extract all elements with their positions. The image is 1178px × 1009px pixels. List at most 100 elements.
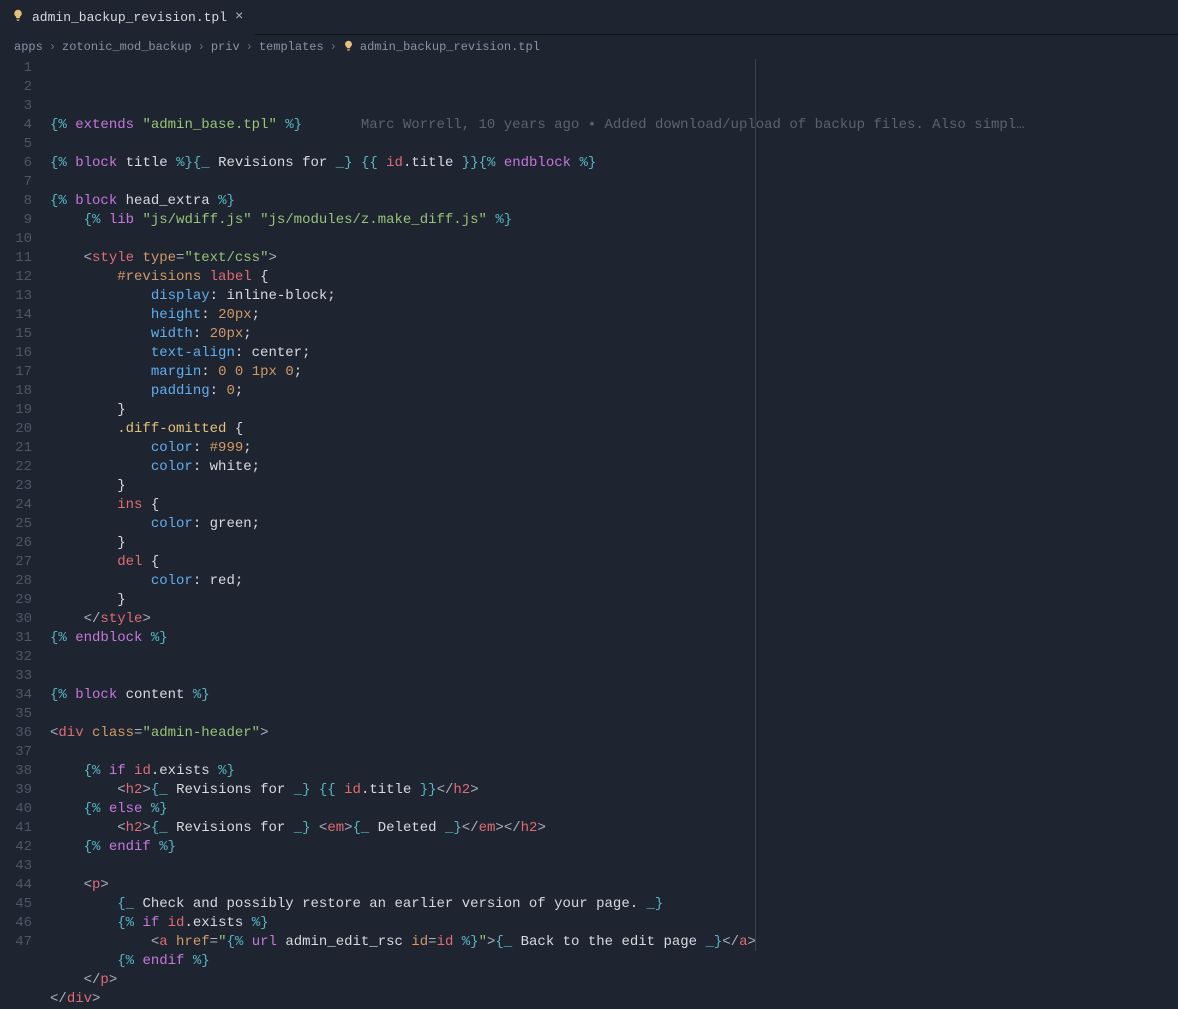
code-line[interactable]: } [50, 591, 1178, 610]
line-number: 42 [0, 838, 32, 857]
lightbulb-icon [343, 40, 354, 55]
code-line[interactable]: color: #999; [50, 439, 1178, 458]
code-line[interactable]: {_ Check and possibly restore an earlier… [50, 895, 1178, 914]
code-line[interactable]: {% block head_extra %} [50, 192, 1178, 211]
line-number: 23 [0, 477, 32, 496]
line-number: 7 [0, 173, 32, 192]
editor-tab[interactable]: admin_backup_revision.tpl × [0, 0, 255, 35]
chevron-right-icon: › [246, 40, 253, 54]
code-editor[interactable]: 1234567891011121314151617181920212223242… [0, 59, 1178, 951]
line-number: 2 [0, 78, 32, 97]
chevron-right-icon: › [198, 40, 205, 54]
code-line[interactable]: {% else %} [50, 800, 1178, 819]
crumb[interactable]: apps [14, 40, 43, 54]
code-line[interactable]: color: white; [50, 458, 1178, 477]
code-line[interactable]: } [50, 534, 1178, 553]
crumb[interactable]: priv [211, 40, 240, 54]
code-line[interactable] [50, 667, 1178, 686]
code-line[interactable]: {% endif %} [50, 952, 1178, 971]
line-number: 12 [0, 268, 32, 287]
code-line[interactable]: } [50, 401, 1178, 420]
line-number: 3 [0, 97, 32, 116]
code-line[interactable] [50, 648, 1178, 667]
ruler-line [755, 59, 756, 951]
line-number: 29 [0, 591, 32, 610]
code-line[interactable] [50, 705, 1178, 724]
code-line[interactable]: {% if id.exists %} [50, 762, 1178, 781]
line-number: 19 [0, 401, 32, 420]
code-line[interactable] [50, 173, 1178, 192]
crumb[interactable]: templates [259, 40, 324, 54]
line-number: 45 [0, 895, 32, 914]
line-number-gutter: 1234567891011121314151617181920212223242… [0, 59, 50, 951]
code-line[interactable]: <a href="{% url admin_edit_rsc id=id %}"… [50, 933, 1178, 952]
chevron-right-icon: › [49, 40, 56, 54]
code-line[interactable]: {% block title %}{_ Revisions for _} {{ … [50, 154, 1178, 173]
code-line[interactable]: <h2>{_ Revisions for _} <em>{_ Deleted _… [50, 819, 1178, 838]
crumb[interactable]: admin_backup_revision.tpl [360, 40, 540, 54]
code-line[interactable]: height: 20px; [50, 306, 1178, 325]
code-line[interactable] [50, 135, 1178, 154]
crumb[interactable]: zotonic_mod_backup [62, 40, 192, 54]
lightbulb-icon [12, 9, 24, 25]
line-number: 6 [0, 154, 32, 173]
code-line[interactable]: {% endif %} [50, 838, 1178, 857]
code-line[interactable]: color: red; [50, 572, 1178, 591]
line-number: 4 [0, 116, 32, 135]
line-number: 28 [0, 572, 32, 591]
code-line[interactable]: {% lib "js/wdiff.js" "js/modules/z.make_… [50, 211, 1178, 230]
breadcrumb: apps › zotonic_mod_backup › priv › templ… [0, 35, 1178, 59]
line-number: 31 [0, 629, 32, 648]
code-line[interactable]: } [50, 477, 1178, 496]
line-number: 25 [0, 515, 32, 534]
code-line[interactable] [50, 230, 1178, 249]
code-line[interactable]: {% endblock %} [50, 629, 1178, 648]
line-number: 41 [0, 819, 32, 838]
code-line[interactable] [50, 857, 1178, 876]
code-line[interactable]: display: inline-block; [50, 287, 1178, 306]
code-line[interactable]: padding: 0; [50, 382, 1178, 401]
line-number: 9 [0, 211, 32, 230]
line-number: 14 [0, 306, 32, 325]
line-number: 44 [0, 876, 32, 895]
code-line[interactable]: margin: 0 0 1px 0; [50, 363, 1178, 382]
line-number: 18 [0, 382, 32, 401]
line-number: 37 [0, 743, 32, 762]
code-line[interactable]: {% block content %} [50, 686, 1178, 705]
tab-filename: admin_backup_revision.tpl [32, 10, 227, 25]
code-line[interactable]: width: 20px; [50, 325, 1178, 344]
code-line[interactable]: #revisions label { [50, 268, 1178, 287]
line-number: 20 [0, 420, 32, 439]
line-number: 40 [0, 800, 32, 819]
line-number: 35 [0, 705, 32, 724]
line-number: 10 [0, 230, 32, 249]
line-number: 34 [0, 686, 32, 705]
chevron-right-icon: › [330, 40, 337, 54]
line-number: 21 [0, 439, 32, 458]
code-line[interactable] [50, 743, 1178, 762]
code-line[interactable]: {% extends "admin_base.tpl" %} Marc Worr… [50, 116, 1178, 135]
line-number: 27 [0, 553, 32, 572]
code-line[interactable]: del { [50, 553, 1178, 572]
line-number: 24 [0, 496, 32, 515]
code-line[interactable]: </p> [50, 971, 1178, 990]
line-number: 11 [0, 249, 32, 268]
code-line[interactable]: </style> [50, 610, 1178, 629]
code-line[interactable]: color: green; [50, 515, 1178, 534]
line-number: 33 [0, 667, 32, 686]
close-icon[interactable]: × [235, 9, 243, 25]
code-line[interactable]: <div class="admin-header"> [50, 724, 1178, 743]
code-line[interactable]: {% if id.exists %} [50, 914, 1178, 933]
line-number: 17 [0, 363, 32, 382]
code-line[interactable]: </div> [50, 990, 1178, 1009]
code-line[interactable]: ins { [50, 496, 1178, 515]
code-content[interactable]: {% extends "admin_base.tpl" %} Marc Worr… [50, 59, 1178, 951]
code-line[interactable]: <h2>{_ Revisions for _} {{ id.title }}</… [50, 781, 1178, 800]
code-line[interactable]: text-align: center; [50, 344, 1178, 363]
line-number: 30 [0, 610, 32, 629]
code-line[interactable]: .diff-omitted { [50, 420, 1178, 439]
code-line[interactable]: <p> [50, 876, 1178, 895]
code-line[interactable]: <style type="text/css"> [50, 249, 1178, 268]
line-number: 1 [0, 59, 32, 78]
line-number: 13 [0, 287, 32, 306]
